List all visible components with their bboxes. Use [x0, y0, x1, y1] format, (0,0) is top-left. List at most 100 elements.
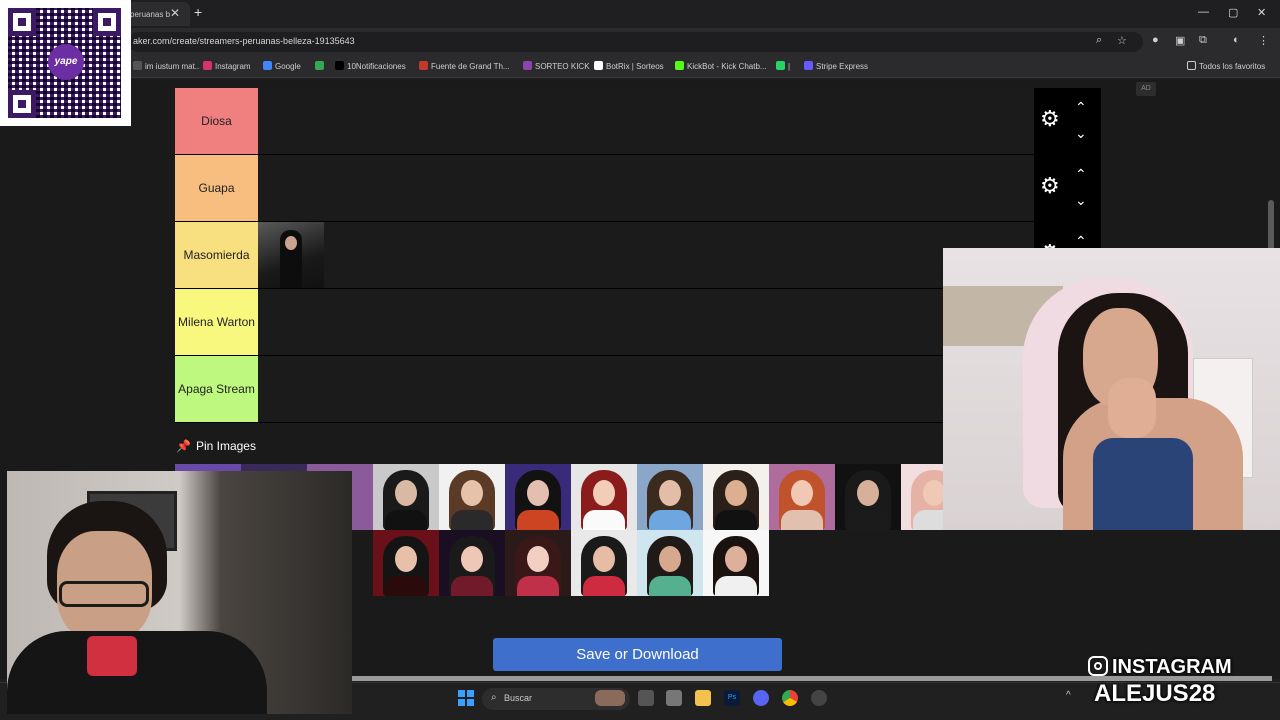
instagram-overlay: INSTAGRAM — [1088, 656, 1232, 679]
bookmark-item[interactable]: Instagram — [203, 61, 251, 71]
bookmark-label: Google — [275, 62, 301, 71]
pool-image[interactable] — [439, 464, 505, 530]
settings-icon[interactable] — [811, 690, 827, 706]
tier-label[interactable]: Masomierda — [175, 222, 258, 288]
tier-drop-zone[interactable] — [258, 155, 1034, 221]
tier-row: Diosa ⚙ ⌃ ⌄ — [175, 88, 1101, 155]
photoshop-icon[interactable]: Ps — [724, 690, 740, 706]
pool-image[interactable] — [505, 530, 571, 596]
chevron-down-icon[interactable]: ⌄ — [1075, 126, 1087, 140]
all-favorites[interactable]: Todos los favoritos — [1187, 61, 1265, 71]
bookmark-item[interactable]: Google — [263, 61, 301, 71]
bookmark-favicon-icon — [263, 61, 272, 70]
bookmark-favicon-icon — [675, 61, 684, 70]
pool-image[interactable] — [571, 530, 637, 596]
tier-drop-zone[interactable] — [258, 356, 1034, 422]
bookmark-favicon-icon — [133, 61, 142, 70]
app-icon[interactable] — [666, 690, 682, 706]
close-window-icon[interactable]: ✕ — [1257, 6, 1266, 19]
minimize-icon[interactable]: — — [1198, 6, 1209, 18]
extensions-puzzle-icon[interactable]: ⧉ — [1199, 34, 1207, 47]
guest-webcam — [943, 248, 1280, 530]
extension-icon[interactable]: ▣ — [1175, 34, 1185, 47]
bookmark-item[interactable]: Stripe Express — [804, 61, 868, 71]
bookmark-item[interactable]: KickBot - Kick Chatb... — [675, 61, 767, 71]
bookmark-favicon-icon — [804, 61, 813, 70]
widget-icon[interactable] — [595, 690, 625, 706]
ad-badge: AD — [1136, 82, 1156, 96]
extension-icon[interactable]: ● — [1152, 34, 1159, 46]
yape-logo: yape — [48, 44, 84, 80]
windows-start-icon[interactable] — [458, 690, 474, 706]
instagram-icon — [1088, 656, 1108, 676]
pool-image[interactable] — [439, 530, 505, 596]
bookmark-label: | — [788, 62, 791, 71]
tier-drop-zone[interactable] — [258, 289, 1034, 355]
save-or-download-button[interactable]: Save or Download — [493, 638, 782, 671]
tier-label[interactable]: Apaga Stream — [175, 356, 258, 422]
search-icon: ⌕ — [491, 692, 497, 703]
tier-label[interactable]: Diosa — [175, 88, 258, 154]
tier-image[interactable] — [258, 222, 324, 288]
tier-label[interactable]: Milena Warton — [175, 289, 258, 355]
bookmark-item[interactable]: 10Notificaciones — [335, 61, 406, 71]
gear-icon[interactable]: ⚙ — [1040, 175, 1062, 197]
pool-image[interactable] — [373, 464, 439, 530]
pin-icon: 📌 — [176, 439, 191, 453]
bookmark-label: Instagram — [215, 62, 251, 71]
pool-image[interactable] — [835, 464, 901, 530]
bookmark-label: 10Notificaciones — [347, 62, 406, 71]
bookmark-label: SORTEO KICK — [535, 62, 590, 71]
pool-image[interactable] — [505, 464, 571, 530]
pool-image[interactable] — [571, 464, 637, 530]
url-text: aker.com/create/streamers-peruanas-belle… — [133, 36, 355, 46]
bookmark-label: im iustum mat.. — [145, 62, 200, 71]
bookmark-label: Stripe Express — [816, 62, 869, 71]
restore-icon[interactable]: ▢ — [1228, 6, 1238, 19]
close-tab-icon[interactable]: ✕ — [170, 6, 180, 20]
pin-images[interactable]: 📌 Pin Images — [176, 439, 256, 453]
chevron-down-icon[interactable]: ⌄ — [1075, 193, 1087, 207]
microphone — [87, 636, 137, 676]
tier-drop-zone[interactable] — [258, 222, 1034, 288]
chevron-up-icon[interactable]: ⌃ — [1075, 167, 1087, 181]
bookmark-favicon-icon — [315, 61, 324, 70]
gear-icon[interactable]: ⚙ — [1040, 108, 1062, 130]
bookmark-item[interactable]: SORTEO KICK — [523, 61, 590, 71]
bookmark-favicon-icon — [523, 61, 532, 70]
profile-icon[interactable]: ◐ — [1233, 34, 1240, 46]
bookmark-item[interactable]: | — [776, 61, 790, 71]
chevron-up-icon[interactable]: ⌃ — [1075, 234, 1087, 248]
instagram-handle: ALEJUS28 — [1094, 680, 1216, 707]
yape-qr-code: yape — [0, 0, 131, 126]
bookmark-favicon-icon — [776, 61, 785, 70]
chevron-up-icon[interactable]: ⌃ — [1075, 100, 1087, 114]
bookmark-star-icon[interactable]: ☆ — [1117, 34, 1127, 47]
pool-image[interactable] — [637, 530, 703, 596]
menu-icon[interactable]: ⋮ — [1258, 34, 1269, 47]
pool-image[interactable] — [703, 530, 769, 596]
bookmark-favicon-icon — [419, 61, 428, 70]
tier-label[interactable]: Guapa — [175, 155, 258, 221]
pool-image[interactable] — [637, 464, 703, 530]
file-explorer-icon[interactable] — [695, 690, 711, 706]
discord-icon[interactable] — [753, 690, 769, 706]
bookmark-label: KickBot - Kick Chatb... — [687, 62, 767, 71]
bookmark-item[interactable]: Fuente de Grand Th... — [419, 61, 510, 71]
streamer-webcam — [7, 471, 352, 714]
bookmark-item[interactable] — [315, 61, 327, 71]
pool-image[interactable] — [769, 464, 835, 530]
bookmark-item[interactable]: im iustum mat.. — [133, 61, 199, 71]
tray-chevron-icon[interactable]: ^ — [1066, 690, 1076, 706]
bookmark-item[interactable]: BotRix | Sorteos — [594, 61, 664, 71]
pool-image[interactable] — [373, 530, 439, 596]
zoom-icon[interactable]: ⌕ — [1096, 34, 1102, 47]
bookmark-favicon-icon — [203, 61, 212, 70]
pool-image[interactable] — [703, 464, 769, 530]
folder-icon — [1187, 61, 1196, 70]
tier-drop-zone[interactable] — [258, 88, 1034, 154]
bookmark-label: BotRix | Sorteos — [606, 62, 664, 71]
chrome-icon[interactable] — [782, 690, 798, 706]
new-tab-icon[interactable]: + — [194, 4, 202, 20]
task-view-icon[interactable] — [638, 690, 654, 706]
